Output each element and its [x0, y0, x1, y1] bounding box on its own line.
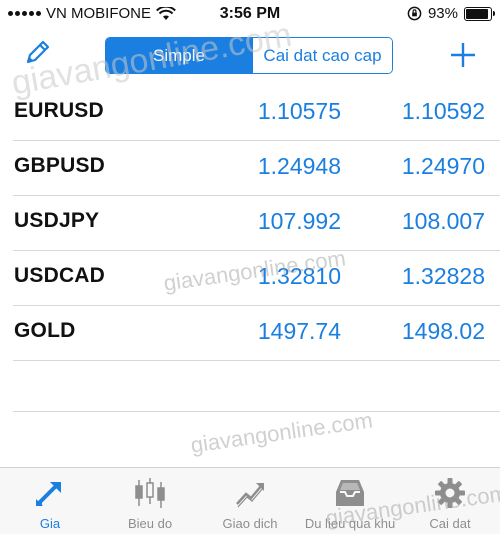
arrows-icon [36, 482, 61, 506]
symbol-label: USDCAD [14, 264, 106, 287]
pencil-icon[interactable] [22, 38, 52, 68]
bid-price: 1.10575 [257, 98, 341, 124]
quote-row-eurusd[interactable]: EURUSD 1.10575 1.10592 [13, 86, 500, 141]
ask-price: 1.32828 [401, 263, 485, 289]
tab-history[interactable]: Du lieu qua khu [300, 468, 400, 534]
bid-price: 1.24948 [257, 153, 341, 179]
battery-fill [466, 8, 489, 19]
ask-price: 1498.02 [401, 318, 485, 344]
watermark: giavangonline.com [189, 407, 375, 458]
symbol-label: USDJPY [14, 209, 100, 232]
status-right: 93% [407, 5, 495, 22]
quote-row-usdjpy[interactable]: USDJPY 107.992 108.007 [13, 196, 500, 251]
symbol-label: GOLD [14, 319, 76, 342]
inbox-icon [336, 480, 364, 506]
quote-row-usdcad[interactable]: USDCAD 1.32810 1.32828 [13, 251, 500, 306]
ask-price: 108.007 [401, 208, 485, 234]
bid-price: 1497.74 [257, 318, 341, 344]
trend-icon [236, 483, 264, 508]
status-bar: VN MOBIFONE 3:56 PM 93% [0, 0, 500, 28]
list-divider [13, 411, 500, 412]
battery-percent: 93% [427, 5, 458, 22]
tab-label: Giao dich [222, 516, 278, 531]
tab-quotes[interactable]: Gia [0, 468, 100, 534]
gear-icon [435, 478, 465, 508]
battery-icon [464, 6, 495, 21]
segment-simple[interactable]: Simple [106, 38, 252, 73]
tab-chart[interactable]: Bieu do [100, 468, 200, 534]
candlestick-icon [135, 478, 165, 508]
bid-price: 107.992 [257, 208, 341, 234]
tab-settings[interactable]: Cai dat [400, 468, 500, 534]
plus-icon[interactable] [448, 40, 478, 70]
nav-bar: Simple Cai dat cao cap [0, 28, 500, 84]
ask-price: 1.24970 [401, 153, 485, 179]
symbol-label: EURUSD [14, 99, 104, 122]
quotes-list: EURUSD 1.10575 1.10592 GBPUSD 1.24948 1.… [0, 86, 500, 361]
tab-trade[interactable]: Giao dich [200, 468, 300, 534]
tab-label: Gia [39, 516, 61, 531]
tab-label: Du lieu qua khu [304, 516, 396, 531]
tab-label: Bieu do [127, 516, 173, 531]
tab-label: Cai dat [429, 516, 471, 531]
symbol-label: GBPUSD [14, 154, 106, 177]
rotation-lock-icon [407, 6, 422, 21]
segment-advanced[interactable]: Cai dat cao cap [252, 38, 392, 73]
quote-row-gbpusd[interactable]: GBPUSD 1.24948 1.24970 [13, 141, 500, 196]
quote-row-gold[interactable]: GOLD 1497.74 1498.02 [13, 306, 500, 361]
view-mode-segmented-control: Simple Cai dat cao cap [105, 37, 393, 74]
bid-price: 1.32810 [257, 263, 341, 289]
ask-price: 1.10592 [401, 98, 485, 124]
tab-bar: Gia Bieu do Giao dich Du lieu qua khu Ca… [0, 467, 500, 534]
